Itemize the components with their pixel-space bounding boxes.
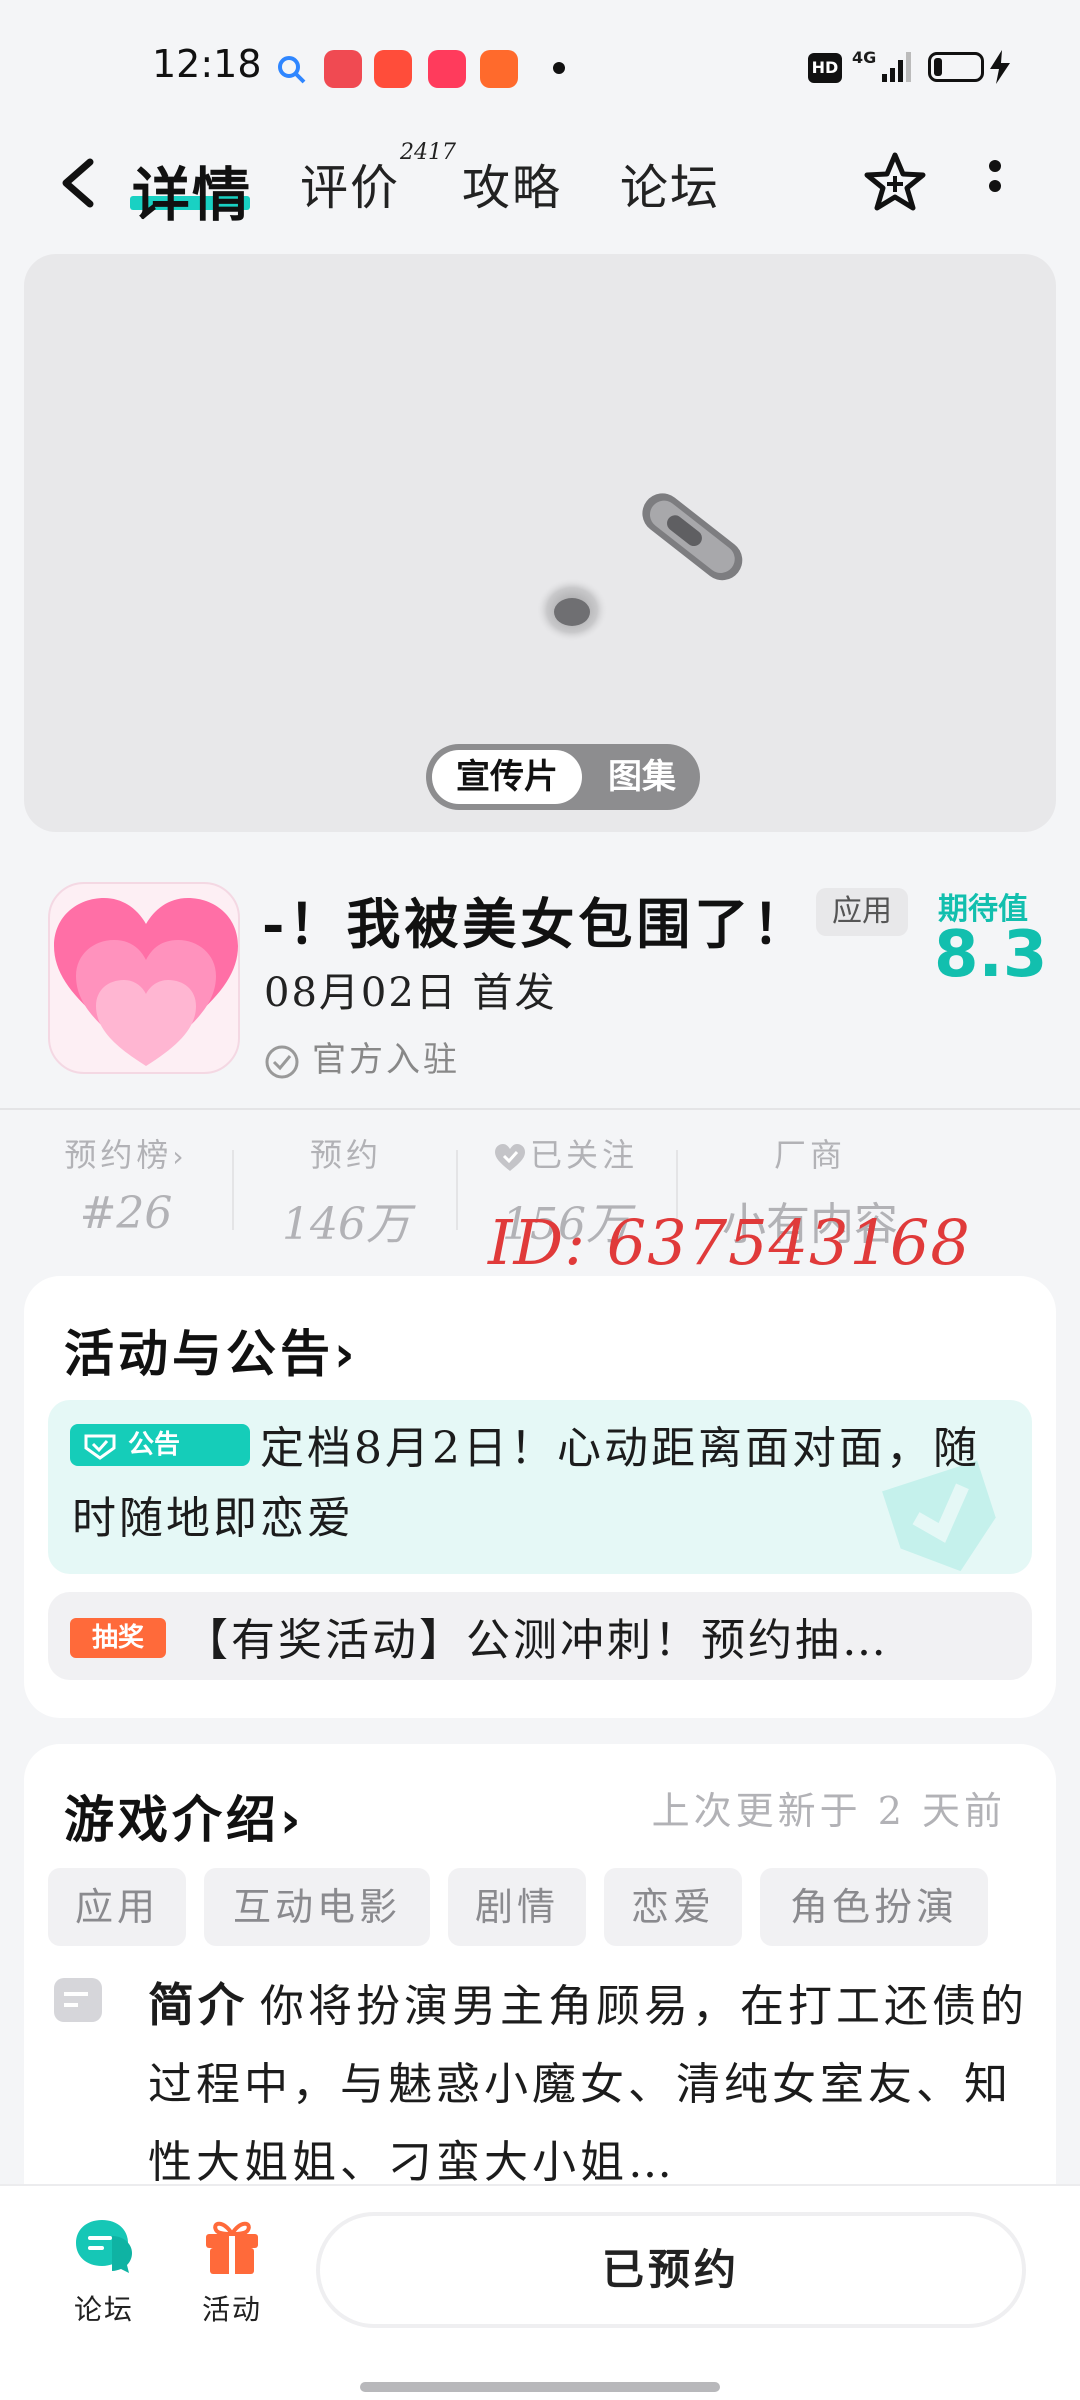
tab-details[interactable]: 详情: [132, 148, 252, 232]
notice-item[interactable]: 公告 定档8月2日！心动距离面对面，随时随地即恋爱: [48, 1400, 1032, 1574]
activity-label: 活动: [201, 2293, 262, 2326]
stat-value: 146万: [282, 1199, 410, 1250]
official-label: 官方入驻: [264, 1032, 460, 1081]
status-time: 12:18: [152, 42, 262, 86]
bottom-action-bar: 论坛 活动 已预约: [0, 2184, 1080, 2400]
desc-text: 你将扮演男主角顾易，在打工还债的过程中，与魅惑小魔女、清纯女室友、知性大姐姐、刁…: [148, 1981, 1028, 2188]
activity-card: 活动与公告› 公告 定档8月2日！心动距离面对面，随时随地即恋爱 抽奖 【有奖活…: [24, 1276, 1056, 1718]
home-indicator[interactable]: [360, 2382, 720, 2392]
reserved-button[interactable]: 已预约: [316, 2212, 1026, 2328]
stat-value: #26: [79, 1188, 173, 1239]
signal-icon: [882, 52, 911, 82]
tab-reviews[interactable]: 评价: [300, 148, 400, 218]
release-date: 08月02日 首发: [264, 970, 557, 1016]
store-app-icon: [480, 50, 518, 88]
douyin-app-icon: [324, 50, 362, 88]
heart-icon: [54, 898, 238, 1066]
stat-divider: [232, 1150, 234, 1230]
forum-label: 论坛: [73, 2293, 134, 2326]
media-type-switch: 宣传片 图集: [426, 744, 700, 810]
forum-chat-icon: [76, 2220, 132, 2273]
verified-check-icon: [265, 1045, 299, 1079]
desc-label: 简介: [148, 1978, 248, 2032]
activity-button[interactable]: 活动: [182, 2216, 282, 2328]
intro-description[interactable]: 简介 你将扮演男主角顾易，在打工还债的过程中，与魅惑小魔女、清纯女室友、知性大姐姐…: [148, 1966, 1028, 2202]
stat-label: 预约榜: [64, 1136, 173, 1174]
chevron-right-icon: ›: [172, 1140, 188, 1173]
chevron-right-icon: ›: [280, 1791, 305, 1849]
official-text: 官方入驻: [312, 1040, 460, 1080]
activity-title-text: 活动与公告: [64, 1324, 334, 1383]
stat-label: 预约: [309, 1136, 382, 1174]
review-count: 2417: [400, 140, 456, 165]
lottery-text: 【有奖活动】公测冲刺！预约抽…: [184, 1615, 889, 1666]
tag-item[interactable]: 角色扮演: [760, 1868, 988, 1946]
tag-item[interactable]: 应用: [48, 1868, 186, 1946]
lottery-badge: 抽奖: [70, 1618, 166, 1658]
character-app-icon: [374, 50, 412, 88]
search-app-icon: [278, 56, 306, 84]
id-watermark: ID: 637543168: [488, 1206, 971, 1279]
tab-forum[interactable]: 论坛: [620, 148, 720, 218]
more-options-icon[interactable]: [980, 152, 1010, 212]
type-badge: 应用: [816, 888, 908, 936]
lottery-item[interactable]: 抽奖 【有奖活动】公测冲刺！预约抽…: [48, 1592, 1032, 1680]
back-arrow-icon[interactable]: [52, 148, 112, 218]
heart-check-icon: [494, 1143, 525, 1171]
game-title: -！我被美女包围了！: [262, 892, 811, 956]
last-updated: 上次更新于 2 天前: [651, 1789, 1006, 1833]
media-carousel[interactable]: 宣传片 图集: [24, 254, 1056, 832]
tab-trailer[interactable]: 宣传片: [432, 750, 582, 804]
stat-label: 厂商: [773, 1136, 846, 1174]
hd-badge: HD: [808, 53, 842, 83]
stat-reservations: 预约 146万: [236, 1130, 456, 1252]
description-icon: [54, 1978, 102, 2022]
chevron-right-icon: ›: [334, 1325, 359, 1383]
gift-icon: [206, 2221, 258, 2274]
expectation-score: 8.3: [934, 918, 1048, 992]
tab-gallery[interactable]: 图集: [592, 750, 692, 804]
notification-dot-icon: [553, 62, 565, 74]
status-bar: 12:18 HD 4G: [0, 0, 1080, 120]
star-add-icon[interactable]: [862, 150, 928, 216]
video-app-icon: [428, 50, 466, 88]
intro-section-title[interactable]: 游戏介绍›: [64, 1780, 305, 1852]
tag-item[interactable]: 剧情: [448, 1868, 586, 1946]
tag-item[interactable]: 互动电影: [204, 1868, 430, 1946]
notice-text: 定档8月2日！心动距离面对面，随时随地即恋爱: [72, 1423, 980, 1544]
game-app-icon: [48, 882, 240, 1074]
section-divider: [0, 1108, 1080, 1110]
activity-section-title[interactable]: 活动与公告›: [64, 1314, 359, 1386]
tag-item[interactable]: 恋爱: [604, 1868, 742, 1946]
forum-button[interactable]: 论坛: [54, 2216, 154, 2328]
intro-title-text: 游戏介绍: [64, 1790, 280, 1849]
stat-label: 已关注: [529, 1136, 638, 1174]
charging-bolt-icon: [990, 50, 1010, 84]
stat-reservation-rank[interactable]: 预约榜› #26: [16, 1130, 236, 1239]
tab-guides[interactable]: 攻略: [462, 148, 562, 218]
battery-icon: [928, 52, 984, 82]
